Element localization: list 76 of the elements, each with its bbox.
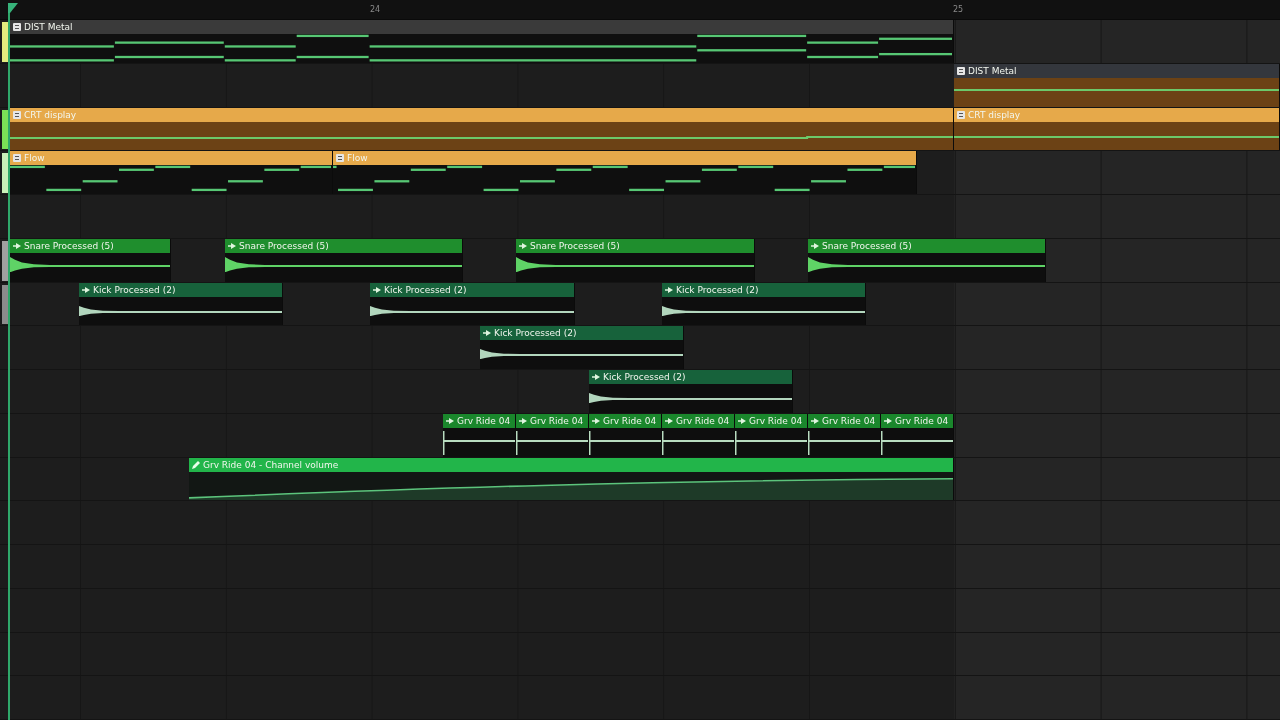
clip-name: Grv Ride 04 - Channel volume bbox=[203, 458, 339, 471]
clip-name: Grv Ride 04 bbox=[895, 414, 949, 427]
arrow-icon bbox=[738, 417, 746, 424]
clip-name: Kick Processed (2) bbox=[93, 283, 176, 296]
clip-name: CRT display bbox=[24, 108, 77, 121]
clip-name: CRT display bbox=[968, 108, 1021, 121]
pattern-icon bbox=[957, 66, 965, 75]
waveform-drawing bbox=[735, 430, 807, 455]
pattern-icon bbox=[13, 154, 21, 163]
playlist-clip[interactable]: Snare Processed (5) bbox=[516, 238, 755, 282]
clip-name: Grv Ride 04 bbox=[457, 414, 511, 427]
bar-number: 24 bbox=[370, 5, 381, 15]
arrow-icon bbox=[665, 417, 673, 424]
playlist-clip[interactable]: DIST Metal bbox=[10, 20, 954, 63]
clip-name: Grv Ride 04 bbox=[822, 414, 876, 427]
playlist-clip[interactable]: Kick Processed (2) bbox=[79, 282, 283, 326]
arrow-icon bbox=[13, 242, 21, 249]
playlist-clip[interactable]: Grv Ride 04 bbox=[881, 413, 954, 457]
pattern-icon bbox=[336, 154, 344, 163]
waveform-drawing bbox=[589, 430, 661, 455]
pencil-icon bbox=[192, 460, 200, 469]
arrow-icon bbox=[483, 330, 491, 337]
clip-name: Snare Processed (5) bbox=[239, 239, 329, 252]
waveform-drawing bbox=[443, 430, 515, 455]
clip-name: Grv Ride 04 bbox=[530, 414, 584, 427]
playlist-clip[interactable]: Grv Ride 04 bbox=[808, 413, 881, 457]
arrow-icon bbox=[373, 286, 381, 293]
playlist-clip[interactable]: Kick Processed (2) bbox=[480, 326, 684, 369]
playlist-clip[interactable]: Snare Processed (5) bbox=[225, 238, 463, 282]
pattern-icon bbox=[957, 110, 965, 119]
clip-name: Kick Processed (2) bbox=[384, 283, 467, 296]
playlist-clip[interactable]: Kick Processed (2) bbox=[370, 282, 575, 326]
timeline-ruler[interactable]: 24 25 bbox=[0, 0, 1280, 20]
playlist-clip[interactable]: Kick Processed (2) bbox=[662, 282, 866, 326]
pattern-icon bbox=[13, 110, 21, 119]
arrow-icon bbox=[446, 417, 454, 424]
clip-name: Kick Processed (2) bbox=[676, 283, 759, 296]
playlist-clip[interactable]: Grv Ride 04 bbox=[589, 413, 662, 457]
playlist-clip[interactable]: Snare Processed (5) bbox=[808, 238, 1046, 282]
arrow-icon bbox=[665, 286, 673, 293]
playlist-clip[interactable]: Grv Ride 04 bbox=[443, 413, 516, 457]
clip-name: Grv Ride 04 bbox=[749, 414, 803, 427]
pattern-icon bbox=[13, 23, 21, 31]
playlist-clip[interactable]: Grv Ride 04 bbox=[516, 413, 589, 457]
clip-name: DIST Metal bbox=[968, 64, 1017, 77]
arrow-icon bbox=[884, 417, 892, 424]
arrow-icon bbox=[811, 242, 819, 249]
playlist-clip[interactable]: Kick Processed (2) bbox=[589, 370, 793, 413]
waveform-drawing bbox=[881, 430, 953, 455]
arrow-icon bbox=[82, 286, 90, 293]
clip-name: Snare Processed (5) bbox=[24, 239, 114, 252]
arrow-icon bbox=[519, 242, 527, 249]
playlist-clip[interactable]: Snare Processed (5) bbox=[10, 238, 171, 282]
clip-name: Snare Processed (5) bbox=[822, 239, 912, 252]
clip-name: Snare Processed (5) bbox=[530, 239, 620, 252]
clip-name: Kick Processed (2) bbox=[494, 327, 577, 340]
playlist-clip[interactable]: Grv Ride 04 bbox=[735, 413, 808, 457]
arrow-icon bbox=[519, 417, 527, 424]
arrow-icon bbox=[811, 417, 819, 424]
playlist-clip[interactable]: Grv Ride 04 bbox=[662, 413, 735, 457]
clip-name: Flow bbox=[24, 152, 45, 165]
clip-name: Flow bbox=[347, 152, 368, 165]
waveform-drawing bbox=[516, 430, 588, 455]
arrow-icon bbox=[228, 242, 236, 249]
clip-name: DIST Metal bbox=[24, 21, 73, 33]
playlist-clip[interactable]: Grv Ride 04 - Channel volume bbox=[189, 457, 954, 501]
bar-number: 25 bbox=[953, 5, 964, 15]
playhead-marker-icon[interactable] bbox=[8, 3, 18, 13]
waveform-drawing bbox=[662, 430, 734, 455]
clip-name: Grv Ride 04 bbox=[603, 414, 657, 427]
waveform-drawing bbox=[808, 430, 880, 455]
arrow-icon bbox=[592, 417, 600, 424]
clip-name: Grv Ride 04 bbox=[676, 414, 730, 427]
arrow-icon bbox=[592, 374, 600, 380]
clip-name: Kick Processed (2) bbox=[603, 371, 686, 383]
playlist-clip[interactable]: DIST Metal bbox=[954, 63, 1280, 107]
